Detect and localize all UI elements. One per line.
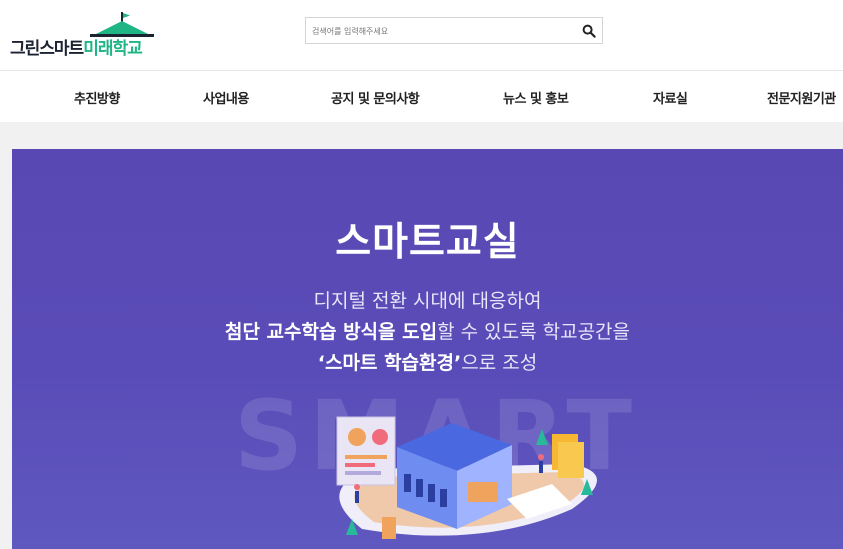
nav-item-notice[interactable]: 공지 및 문의사항 [331,88,420,107]
site-header: 그린스마트미래학교 추진방향 사업내용 공지 및 문의사항 뉴스 및 홍보 자료… [0,0,843,122]
logo-text: 그린스마트미래학교 [10,39,143,59]
hero-title: 스마트교실 [335,220,520,265]
search-icon[interactable] [582,24,596,38]
nav-item-direction[interactable]: 추진방향 [74,88,120,107]
logo-text-main: 그린스마트 [10,39,84,59]
school-roof-icon [90,12,154,37]
nav-divider [0,70,843,71]
nav-item-news[interactable]: 뉴스 및 홍보 [503,88,569,107]
hero-line-2: 첨단 교수학습 방식을 도입할 수 있도록 학교공간을 [12,317,843,344]
hero-line-2-bold: 첨단 교수학습 방식을 도입 [224,321,438,343]
hero-banner: 스마트교실 디지털 전환 시대에 대응하여 첨단 교수학습 방식을 도입할 수 … [12,149,843,549]
search-input[interactable] [312,22,562,40]
nav-item-archive[interactable]: 자료실 [653,88,688,107]
smart-school-illustration: SMART [234,380,632,539]
hero-line-3: ‘스마트 학습환경’으로 조성 [12,348,843,375]
hero-line-3-rest: 으로 조성 [461,352,538,374]
logo-text-accent: 미래학교 [83,39,143,59]
hero-line-1-text: 디지털 전환 시대에 대응하여 [313,290,542,312]
hero-line-3-bold: ‘스마트 학습환경’ [317,352,462,374]
nav-item-business[interactable]: 사업내용 [203,88,249,107]
nav-item-agencies[interactable]: 전문지원기관 [767,88,836,107]
search-box [305,17,603,44]
site-logo[interactable]: 그린스마트미래학교 [10,12,160,60]
hero-line-2-rest: 할 수 있도록 학교공간을 [437,321,631,343]
hero-line-1: 디지털 전환 시대에 대응하여 [12,286,843,313]
chart-board-icon [336,416,396,486]
